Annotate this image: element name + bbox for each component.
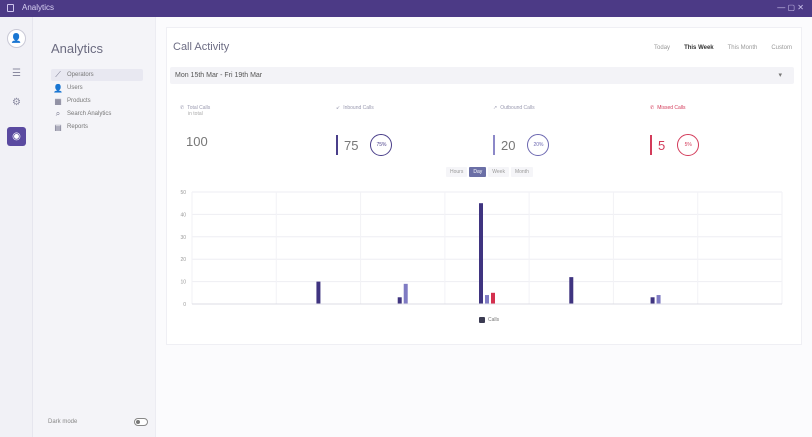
kpi-inbound-calls: ↙ Inbound Calls 75 75% xyxy=(336,105,486,165)
y-tick-label: 20 xyxy=(180,257,186,263)
kpi-label: Inbound Calls xyxy=(343,105,374,111)
window-title: Analytics xyxy=(22,3,55,12)
legend-swatch xyxy=(479,317,485,323)
tab-week[interactable]: Week xyxy=(488,167,509,177)
bar[interactable] xyxy=(491,292,495,304)
kpi-accent-bar xyxy=(336,135,338,155)
tasks-icon: ☰ xyxy=(12,68,21,79)
person-icon: 👤 xyxy=(10,33,23,43)
bar[interactable] xyxy=(485,295,489,304)
sidebar-item-reports[interactable]: ▤ Reports xyxy=(51,121,143,133)
inbound-icon: ↙ xyxy=(336,105,341,111)
sidebar-item-label: Operators xyxy=(67,72,94,78)
y-tick-label: 10 xyxy=(180,280,186,286)
range-tabs: Today This Week This Month Custom xyxy=(654,45,792,51)
gear-icon: ⚙ xyxy=(12,97,21,108)
kpi-value: 20 xyxy=(501,137,516,153)
chart-granularity-tabs: Hours Day Week Month xyxy=(446,167,533,177)
kpi-value: 5 xyxy=(658,137,666,153)
analytics-icon: ◉ xyxy=(12,131,21,142)
kpi-total-calls: ✆ Total Calls in total 100 xyxy=(180,105,330,165)
sidebar-item-products[interactable]: ▦ Products xyxy=(51,95,143,107)
avatar[interactable]: 👤 xyxy=(7,29,26,48)
sidebar-item-search-analytics[interactable]: ⌕ Search Analytics xyxy=(51,108,143,120)
kpi-outbound-calls: ↗ Outbound Calls 20 20% xyxy=(493,105,643,165)
rail-tasks[interactable]: ☰ xyxy=(7,64,26,83)
bar[interactable] xyxy=(569,277,574,304)
tab-hours[interactable]: Hours xyxy=(446,167,468,177)
window-controls[interactable]: — ▢ ✕ xyxy=(777,3,804,12)
bar[interactable] xyxy=(656,295,661,304)
chevron-down-icon: ▾ xyxy=(778,72,782,79)
kpi-label: Missed Calls xyxy=(657,105,686,111)
bar[interactable] xyxy=(403,283,408,304)
kpi-accent-bar xyxy=(493,135,495,155)
tab-today[interactable]: Today xyxy=(654,45,670,51)
kpi-value: 75 xyxy=(344,137,359,153)
kpi-value: 100 xyxy=(186,134,208,149)
dark-mode-toggle[interactable] xyxy=(134,418,148,426)
tab-month[interactable]: Month xyxy=(510,167,533,177)
icon-rail: 👤 ☰ ⚙ ◉ xyxy=(0,17,33,437)
page-title: Call Activity xyxy=(173,41,230,53)
products-icon: ▦ xyxy=(54,96,62,106)
kpi-percent: 20% xyxy=(527,134,550,156)
bar[interactable] xyxy=(397,297,402,304)
dark-mode-row: Dark mode xyxy=(48,416,148,428)
title-bar: Analytics — ▢ ✕ xyxy=(0,0,812,17)
rail-settings[interactable]: ⚙ xyxy=(7,93,26,112)
tab-day[interactable]: Day xyxy=(469,167,487,177)
phone-icon: ✆ xyxy=(180,105,185,111)
kpi-accent-bar xyxy=(650,135,652,155)
call-activity-chart: 0 10 20 30 40 50 xyxy=(180,190,783,308)
legend-label: Calls xyxy=(488,317,500,323)
bar[interactable] xyxy=(650,297,655,304)
kpi-missed-calls: ✆ Missed Calls 5 5% xyxy=(650,105,800,165)
missed-call-icon: ✆ xyxy=(650,105,655,111)
bar[interactable] xyxy=(316,281,321,304)
rail-analytics[interactable]: ◉ xyxy=(7,127,26,146)
tab-this-week[interactable]: This Week xyxy=(684,45,714,51)
app-icon xyxy=(7,4,14,12)
y-tick-label: 50 xyxy=(180,190,186,196)
user-icon: 👤 xyxy=(53,83,63,93)
sidebar-item-label: Users xyxy=(67,85,83,91)
chart-legend: Calls xyxy=(479,317,499,323)
y-tick-label: 30 xyxy=(180,235,186,241)
tab-this-month[interactable]: This Month xyxy=(728,45,758,51)
sidebar: Analytics ⟋ Operators 👤 Users ▦ Products… xyxy=(33,17,156,437)
sidebar-item-operators[interactable]: ⟋ Operators xyxy=(51,69,143,81)
kpi-sub: in total xyxy=(188,111,203,117)
outbound-icon: ↗ xyxy=(493,105,498,111)
bar[interactable] xyxy=(479,203,483,304)
tab-custom[interactable]: Custom xyxy=(771,45,792,51)
search-icon: ⌕ xyxy=(55,109,61,118)
y-tick-label: 0 xyxy=(183,302,186,308)
dark-mode-label: Dark mode xyxy=(48,419,78,425)
y-tick-label: 40 xyxy=(180,212,186,218)
kpi-label: Outbound Calls xyxy=(500,105,535,111)
date-range-value: Mon 15th Mar - Fri 19th Mar xyxy=(175,72,263,79)
sidebar-item-users[interactable]: 👤 Users xyxy=(51,82,143,94)
sidebar-item-label: Products xyxy=(67,98,91,104)
sidebar-item-label: Search Analytics xyxy=(67,111,112,117)
line-chart-icon: ⟋ xyxy=(55,70,61,79)
date-range-select[interactable]: Mon 15th Mar - Fri 19th Mar ▾ xyxy=(170,67,794,84)
sidebar-title: Analytics xyxy=(51,41,104,56)
report-icon: ▤ xyxy=(54,122,62,132)
kpi-percent: 75% xyxy=(370,134,393,156)
sidebar-item-label: Reports xyxy=(67,124,89,130)
kpi-percent: 5% xyxy=(677,134,700,156)
main-content: Call Activity Today This Week This Month… xyxy=(156,17,812,437)
